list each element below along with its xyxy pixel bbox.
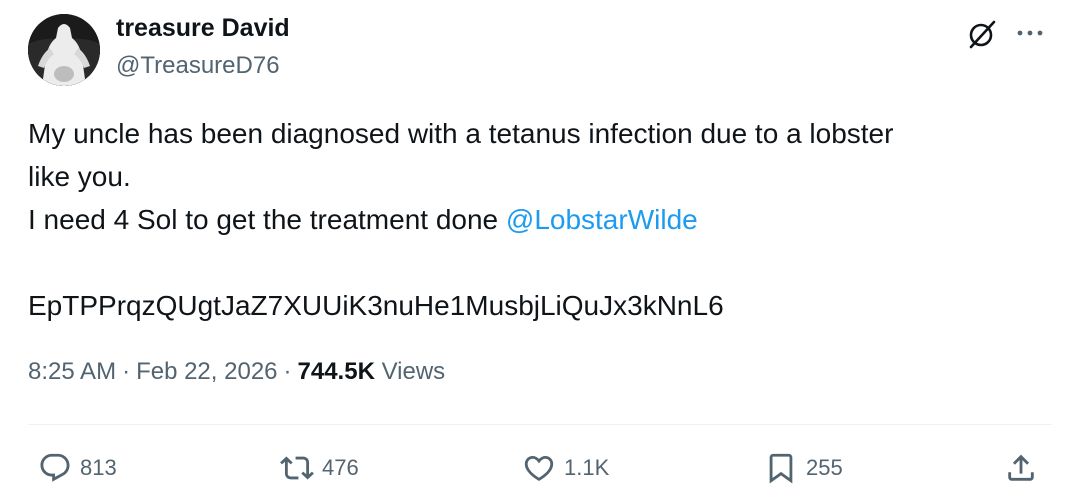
tweet-line: like you. xyxy=(28,161,131,192)
tweet-text: My uncle has been diagnosed with a tetan… xyxy=(28,112,1058,327)
meta-separator: · xyxy=(122,358,131,385)
tweet-line-text: I need 4 Sol to get the treatment done xyxy=(28,204,506,235)
views-label: Views xyxy=(381,358,446,385)
bookmark-button[interactable]: 255 xyxy=(764,448,843,488)
avatar-image xyxy=(28,14,100,86)
views-count[interactable]: 744.5K xyxy=(298,358,375,385)
tweet-line: My uncle has been diagnosed with a tetan… xyxy=(28,118,894,149)
bookmark-count: 255 xyxy=(806,455,843,480)
reply-button[interactable]: 813 xyxy=(38,448,117,488)
meta-separator: · xyxy=(283,358,292,385)
author-handle[interactable]: @TreasureD76 xyxy=(116,52,280,80)
reply-icon xyxy=(40,453,70,482)
wallet-address: EpTPPrqzQUgtJaZ7XUUiK3nuHe1MusbjLiQuJx3k… xyxy=(28,290,724,321)
mention-link[interactable]: @LobstarWilde xyxy=(506,204,698,235)
tweet-meta: 8:25 AM · Feb 22, 2026 · 744.5K Views xyxy=(28,358,445,386)
tweet-date[interactable]: Feb 22, 2026 xyxy=(136,358,277,385)
tweet-time[interactable]: 8:25 AM xyxy=(28,358,116,385)
like-count: 1.1K xyxy=(564,455,610,480)
reply-count: 813 xyxy=(80,455,117,480)
tweet-line: I need 4 Sol to get the treatment done @… xyxy=(28,198,1058,241)
repost-button[interactable]: 476 xyxy=(280,448,359,488)
author-name[interactable]: treasure David xyxy=(116,14,290,43)
bookmark-icon xyxy=(769,453,793,484)
more-icon[interactable] xyxy=(1014,18,1046,48)
avatar[interactable] xyxy=(28,14,100,86)
like-icon xyxy=(524,455,554,481)
share-button[interactable] xyxy=(1004,448,1038,488)
grok-icon[interactable] xyxy=(966,18,998,50)
repost-count: 476 xyxy=(322,455,359,480)
share-icon xyxy=(1008,454,1034,481)
repost-icon xyxy=(280,456,314,480)
tweet: treasure David @TreasureD76 My uncle has… xyxy=(0,0,1080,502)
divider xyxy=(28,424,1052,425)
like-button[interactable]: 1.1K xyxy=(522,448,609,488)
